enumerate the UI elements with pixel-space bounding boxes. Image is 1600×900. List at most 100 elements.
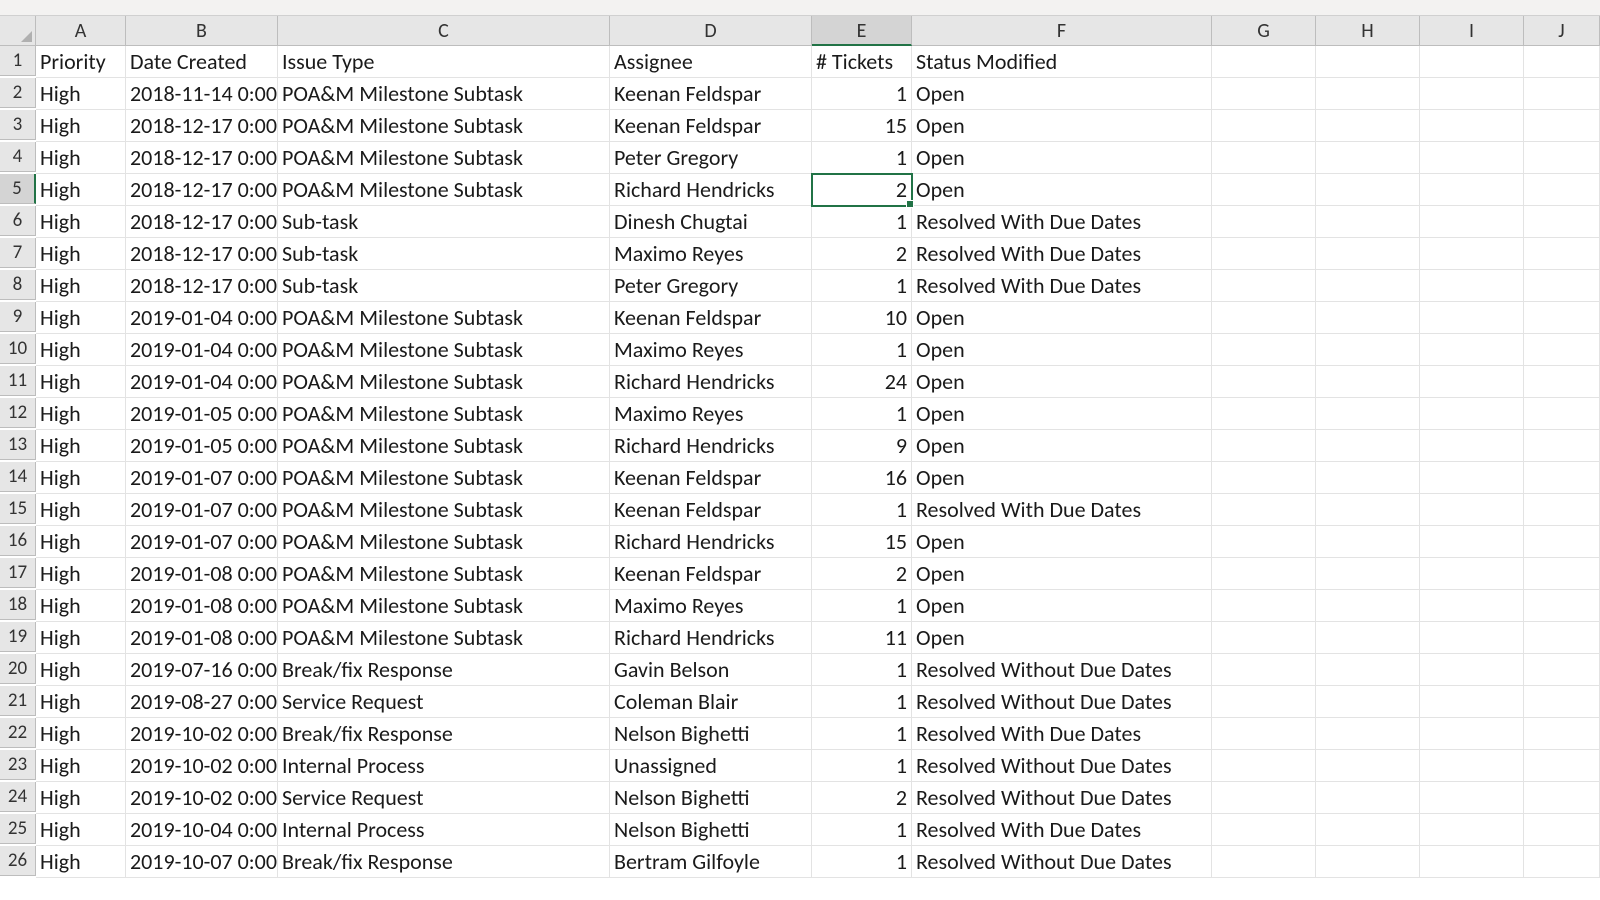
cell-B23[interactable]: 2019-10-02 0:00: [126, 750, 278, 782]
cell-E5[interactable]: 2: [812, 174, 912, 206]
cell-E22[interactable]: 1: [812, 718, 912, 750]
column-header-A[interactable]: A: [36, 16, 126, 46]
cell-A25[interactable]: High: [36, 814, 126, 846]
cell-C18[interactable]: POA&M Milestone Subtask: [278, 590, 610, 622]
cell-D15[interactable]: Keenan Feldspar: [610, 494, 812, 526]
cell-A15[interactable]: High: [36, 494, 126, 526]
cell-J13[interactable]: [1524, 430, 1600, 462]
row-header-17[interactable]: 17: [0, 558, 36, 588]
cell-B11[interactable]: 2019-01-04 0:00: [126, 366, 278, 398]
cell-I7[interactable]: [1420, 238, 1524, 270]
cell-H17[interactable]: [1316, 558, 1420, 590]
cell-E19[interactable]: 11: [812, 622, 912, 654]
cell-C14[interactable]: POA&M Milestone Subtask: [278, 462, 610, 494]
cell-D16[interactable]: Richard Hendricks: [610, 526, 812, 558]
cell-J5[interactable]: [1524, 174, 1600, 206]
cell-F26[interactable]: Resolved Without Due Dates: [912, 846, 1212, 878]
column-header-J[interactable]: J: [1524, 16, 1600, 46]
cell-G4[interactable]: [1212, 142, 1316, 174]
cell-B13[interactable]: 2019-01-05 0:00: [126, 430, 278, 462]
cell-A14[interactable]: High: [36, 462, 126, 494]
cell-J3[interactable]: [1524, 110, 1600, 142]
column-header-I[interactable]: I: [1420, 16, 1524, 46]
cell-F3[interactable]: Open: [912, 110, 1212, 142]
row-header-7[interactable]: 7: [0, 238, 36, 268]
cell-A4[interactable]: High: [36, 142, 126, 174]
cell-J16[interactable]: [1524, 526, 1600, 558]
column-header-C[interactable]: C: [278, 16, 610, 46]
cell-G9[interactable]: [1212, 302, 1316, 334]
cell-B12[interactable]: 2019-01-05 0:00: [126, 398, 278, 430]
cell-J24[interactable]: [1524, 782, 1600, 814]
cell-E15[interactable]: 1: [812, 494, 912, 526]
row-header-19[interactable]: 19: [0, 622, 36, 652]
cell-D7[interactable]: Maximo Reyes: [610, 238, 812, 270]
cell-D13[interactable]: Richard Hendricks: [610, 430, 812, 462]
cell-A22[interactable]: High: [36, 718, 126, 750]
cell-A24[interactable]: High: [36, 782, 126, 814]
cell-G23[interactable]: [1212, 750, 1316, 782]
cell-H21[interactable]: [1316, 686, 1420, 718]
cell-E16[interactable]: 15: [812, 526, 912, 558]
cell-F17[interactable]: Open: [912, 558, 1212, 590]
cell-E17[interactable]: 2: [812, 558, 912, 590]
cell-B24[interactable]: 2019-10-02 0:00: [126, 782, 278, 814]
cell-F5[interactable]: Open: [912, 174, 1212, 206]
cell-A16[interactable]: High: [36, 526, 126, 558]
cell-H23[interactable]: [1316, 750, 1420, 782]
cell-F9[interactable]: Open: [912, 302, 1212, 334]
cell-G8[interactable]: [1212, 270, 1316, 302]
cell-C3[interactable]: POA&M Milestone Subtask: [278, 110, 610, 142]
cell-A7[interactable]: High: [36, 238, 126, 270]
cell-I19[interactable]: [1420, 622, 1524, 654]
cell-A6[interactable]: High: [36, 206, 126, 238]
cell-D19[interactable]: Richard Hendricks: [610, 622, 812, 654]
cell-F12[interactable]: Open: [912, 398, 1212, 430]
cell-A10[interactable]: High: [36, 334, 126, 366]
cell-H12[interactable]: [1316, 398, 1420, 430]
cell-H11[interactable]: [1316, 366, 1420, 398]
cell-H22[interactable]: [1316, 718, 1420, 750]
cell-A20[interactable]: High: [36, 654, 126, 686]
cell-C5[interactable]: POA&M Milestone Subtask: [278, 174, 610, 206]
cell-I11[interactable]: [1420, 366, 1524, 398]
cell-F14[interactable]: Open: [912, 462, 1212, 494]
cell-E4[interactable]: 1: [812, 142, 912, 174]
cell-F13[interactable]: Open: [912, 430, 1212, 462]
cell-F23[interactable]: Resolved Without Due Dates: [912, 750, 1212, 782]
cell-A5[interactable]: High: [36, 174, 126, 206]
cell-J26[interactable]: [1524, 846, 1600, 878]
cell-H7[interactable]: [1316, 238, 1420, 270]
row-header-4[interactable]: 4: [0, 142, 36, 172]
cell-G10[interactable]: [1212, 334, 1316, 366]
cell-I12[interactable]: [1420, 398, 1524, 430]
cell-D12[interactable]: Maximo Reyes: [610, 398, 812, 430]
cell-D24[interactable]: Nelson Bighetti: [610, 782, 812, 814]
cell-G6[interactable]: [1212, 206, 1316, 238]
cell-I10[interactable]: [1420, 334, 1524, 366]
cell-C8[interactable]: Sub-task: [278, 270, 610, 302]
cell-B25[interactable]: 2019-10-04 0:00: [126, 814, 278, 846]
cell-J25[interactable]: [1524, 814, 1600, 846]
cell-E9[interactable]: 10: [812, 302, 912, 334]
cell-F25[interactable]: Resolved With Due Dates: [912, 814, 1212, 846]
row-header-25[interactable]: 25: [0, 814, 36, 844]
cell-C10[interactable]: POA&M Milestone Subtask: [278, 334, 610, 366]
column-header-H[interactable]: H: [1316, 16, 1420, 46]
cell-C11[interactable]: POA&M Milestone Subtask: [278, 366, 610, 398]
cell-H10[interactable]: [1316, 334, 1420, 366]
row-header-9[interactable]: 9: [0, 302, 36, 332]
row-header-6[interactable]: 6: [0, 206, 36, 236]
cell-F11[interactable]: Open: [912, 366, 1212, 398]
cell-H5[interactable]: [1316, 174, 1420, 206]
row-header-16[interactable]: 16: [0, 526, 36, 556]
cell-B9[interactable]: 2019-01-04 0:00: [126, 302, 278, 334]
cell-A19[interactable]: High: [36, 622, 126, 654]
row-header-14[interactable]: 14: [0, 462, 36, 492]
cell-G20[interactable]: [1212, 654, 1316, 686]
cell-F15[interactable]: Resolved With Due Dates: [912, 494, 1212, 526]
cell-J15[interactable]: [1524, 494, 1600, 526]
row-header-8[interactable]: 8: [0, 270, 36, 300]
cell-G25[interactable]: [1212, 814, 1316, 846]
cell-I16[interactable]: [1420, 526, 1524, 558]
